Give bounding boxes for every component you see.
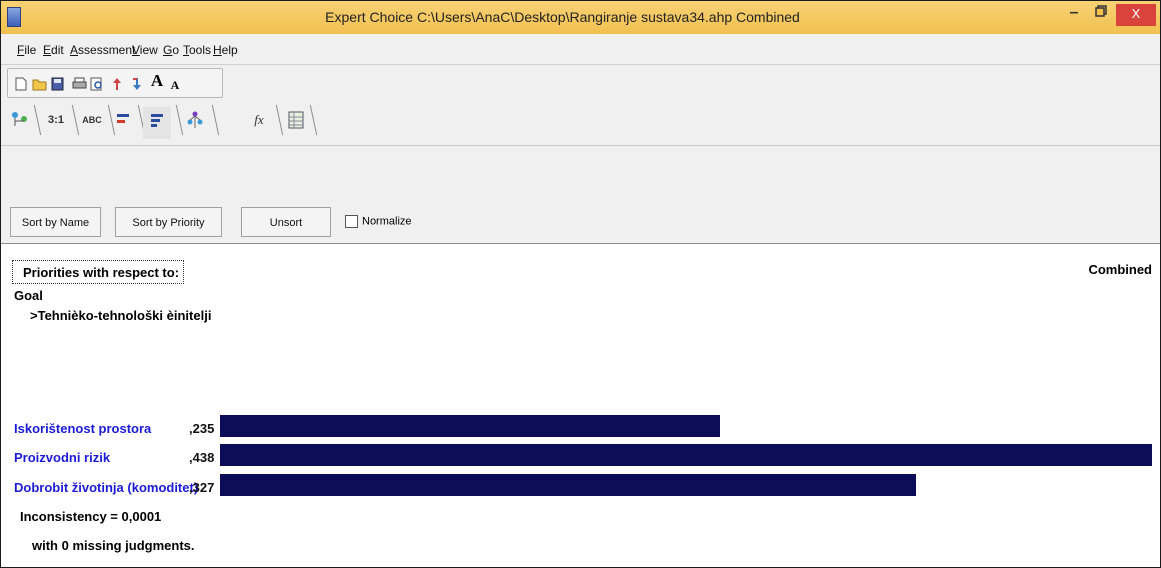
- print-icon[interactable]: [72, 77, 87, 91]
- menu-edit[interactable]: Edit: [43, 43, 64, 57]
- data-grid-icon: [288, 111, 304, 129]
- model-tree-icon: [12, 112, 27, 126]
- priorities-panel: Priorities with respect to: Combined Goa…: [1, 244, 1160, 567]
- maximize-button[interactable]: [1090, 5, 1112, 25]
- sort-by-name-button[interactable]: Sort by Name: [10, 207, 101, 237]
- priority-bar: [220, 474, 916, 496]
- priority-bar: [220, 415, 720, 437]
- move-down-icon[interactable]: [130, 77, 144, 91]
- close-button[interactable]: X: [1116, 4, 1156, 26]
- menu-view[interactable]: View: [132, 43, 158, 57]
- save-icon[interactable]: [50, 77, 64, 91]
- window-title: Expert Choice C:\Users\AnaC\Desktop\Rang…: [325, 9, 800, 25]
- row-label-dobrobit[interactable]: Dobrobit životinja (komoditet): [14, 480, 198, 495]
- toolbar: A A: [1, 65, 1160, 101]
- move-up-icon[interactable]: [110, 77, 124, 91]
- tab-verbal[interactable]: ABC: [79, 107, 105, 133]
- open-folder-icon[interactable]: [32, 77, 47, 91]
- unsort-button[interactable]: Unsort: [241, 207, 331, 237]
- row-value-proizvodni-rizik: ,438: [189, 450, 215, 465]
- menu-go[interactable]: Go: [163, 43, 179, 57]
- row-value-dobrobit: ,327: [189, 480, 215, 495]
- normalize-checkbox[interactable]: Normalize: [345, 215, 412, 231]
- view-tabs: 3:1 ABC fx: [1, 101, 1160, 146]
- row-value-iskoristenost: ,235: [189, 421, 215, 436]
- tab-separator: [269, 105, 284, 135]
- missing-judgments-text: with 0 missing judgments.: [32, 538, 195, 553]
- menu-bar: File Edit Assessment View Go Tools Help: [1, 34, 1160, 65]
- priorities-heading[interactable]: Priorities with respect to:: [12, 260, 184, 284]
- font-larger-icon[interactable]: A: [150, 72, 164, 89]
- goal-node: >Tehnièko-tehnološki èinitelji: [30, 308, 212, 323]
- graphical-comparison-icon: [117, 114, 129, 123]
- tab-separator: [205, 105, 220, 135]
- new-file-icon[interactable]: [14, 77, 28, 91]
- priorities-icon: [151, 114, 163, 127]
- maximize-icon: [1095, 5, 1107, 17]
- checkbox-box[interactable]: [345, 215, 358, 228]
- menu-tools[interactable]: Tools: [183, 43, 211, 57]
- tab-separator: [169, 105, 184, 135]
- tab-data-grid[interactable]: [285, 107, 307, 133]
- font-smaller-icon[interactable]: A: [168, 78, 182, 92]
- priority-bar: [220, 444, 1152, 466]
- menu-assessment[interactable]: Assessment: [70, 43, 135, 57]
- tab-hierarchy[interactable]: [183, 107, 207, 133]
- minimize-button[interactable]: –: [1063, 5, 1085, 25]
- print-preview-icon[interactable]: [90, 77, 104, 91]
- hierarchy-icon: [187, 111, 203, 128]
- tab-priorities[interactable]: [143, 107, 171, 139]
- row-label-proizvodni-rizik[interactable]: Proizvodni rizik: [14, 450, 110, 465]
- goal-label: Goal: [14, 288, 43, 303]
- normalize-label: Normalize: [362, 215, 412, 228]
- tab-graphical[interactable]: [113, 107, 133, 133]
- row-label-iskoristenost[interactable]: Iskorištenost prostora: [14, 421, 151, 436]
- tab-numerical[interactable]: 3:1: [43, 107, 69, 133]
- title-bar: Expert Choice C:\Users\AnaC\Desktop\Rang…: [1, 1, 1160, 35]
- sort-controls: Sort by Name Sort by Priority Unsort Nor…: [1, 146, 1160, 244]
- menu-file[interactable]: File: [17, 43, 36, 57]
- toolbar-group: A A: [7, 68, 223, 98]
- combined-label: Combined: [1088, 262, 1152, 277]
- inconsistency-text: Inconsistency = 0,0001: [20, 509, 162, 524]
- sort-by-priority-button[interactable]: Sort by Priority: [115, 207, 222, 237]
- tab-formula[interactable]: fx: [247, 107, 271, 133]
- menu-help[interactable]: Help: [213, 43, 238, 57]
